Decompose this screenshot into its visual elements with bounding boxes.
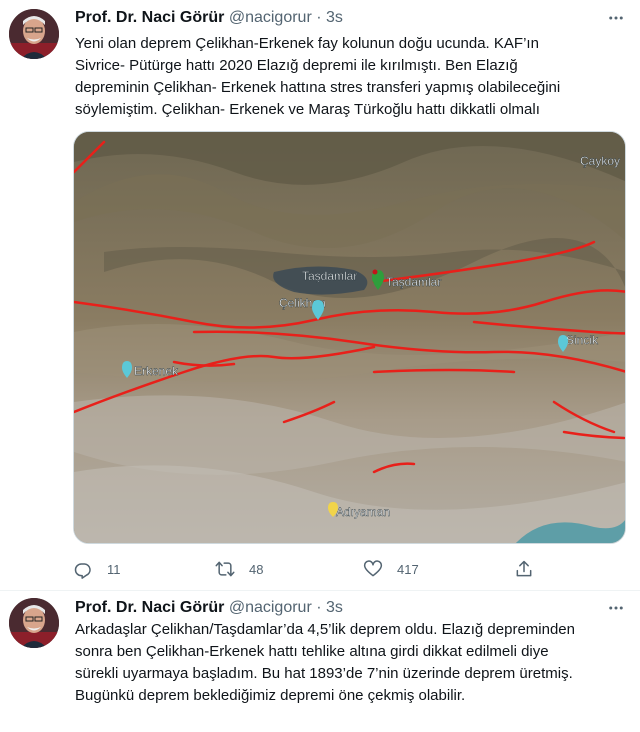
tweet[interactable]: Prof. Dr. Naci Görür @nacigorur · 3s Yen… [0,0,640,591]
map-label: Taşdamlar [302,269,357,283]
avatar[interactable] [9,598,59,648]
author-name[interactable]: Prof. Dr. Naci Görür [75,9,224,26]
tweet-text-line: söylemiştim. Çelikhan- Erkenek ve Maraş … [75,101,540,118]
tweet-header: Prof. Dr. Naci Görür @nacigorur · 3s [75,598,628,618]
share-button[interactable] [514,559,534,579]
like-icon [363,560,383,577]
like-button[interactable]: 417 [363,559,419,579]
tweet-text-line: sonra ben Çelikhan-Erkenek hattı tehlike… [75,643,549,660]
tweet-actions: 11 48 417 [73,555,550,583]
separator-dot: · [316,599,322,616]
reply-count: 11 [107,561,121,577]
author-handle[interactable]: @nacigorur [229,599,312,616]
map-label: Taşdamlar [386,275,441,289]
retweet-button[interactable]: 48 [215,559,263,579]
tweet-time[interactable]: 3s [326,599,343,616]
tweet-media-image[interactable]: Çaykoy Taşdamlar Taşdamlar Çelikhan Sinc… [73,131,626,544]
tweet-text-line: Arkadaşlar Çelikhan/Taşdamlar’da 4,5’lik… [75,621,575,638]
more-icon[interactable] [606,598,626,618]
tweet[interactable]: Prof. Dr. Naci Görür @nacigorur · 3s Ark… [0,591,640,732]
tweet-text-line: depreminin Çelikhan- Erkenek hattına str… [75,79,561,96]
map-label: Sincik [566,333,599,347]
map-label: Adıyaman [336,505,390,519]
tweet-text-line: Sivrice- Pütürge hattı 2020 Elazığ depre… [75,57,518,74]
share-icon [516,560,532,577]
map-label: Erkenek [134,364,179,378]
reply-icon [74,563,91,579]
tweet-text-line: Yeni olan deprem Çelikhan-Erkenek fay ko… [75,35,539,52]
author-name[interactable]: Prof. Dr. Naci Görür [75,599,224,616]
avatar[interactable] [9,9,59,59]
tweet-header: Prof. Dr. Naci Görür @nacigorur · 3s [75,8,628,28]
map-label: Çaykoy [580,154,620,168]
tweet-text: Yeni olan deprem Çelikhan-Erkenek fay ko… [75,33,628,121]
reply-button[interactable]: 11 [73,559,121,579]
separator-dot: · [316,9,322,26]
retweet-icon [215,561,235,577]
like-count: 417 [397,561,419,577]
tweet-text-line: sürekli uyarmaya başladım. Bu hat 1893’d… [75,665,573,682]
tweet-text: Arkadaşlar Çelikhan/Taşdamlar’da 4,5’lik… [75,619,628,707]
more-icon[interactable] [606,8,626,28]
tweet-text-line: Bugünkü deprem beklediğimiz depremi öne … [75,687,466,704]
tweet-time[interactable]: 3s [326,9,343,26]
retweet-count: 48 [249,561,264,577]
author-handle[interactable]: @nacigorur [229,9,312,26]
